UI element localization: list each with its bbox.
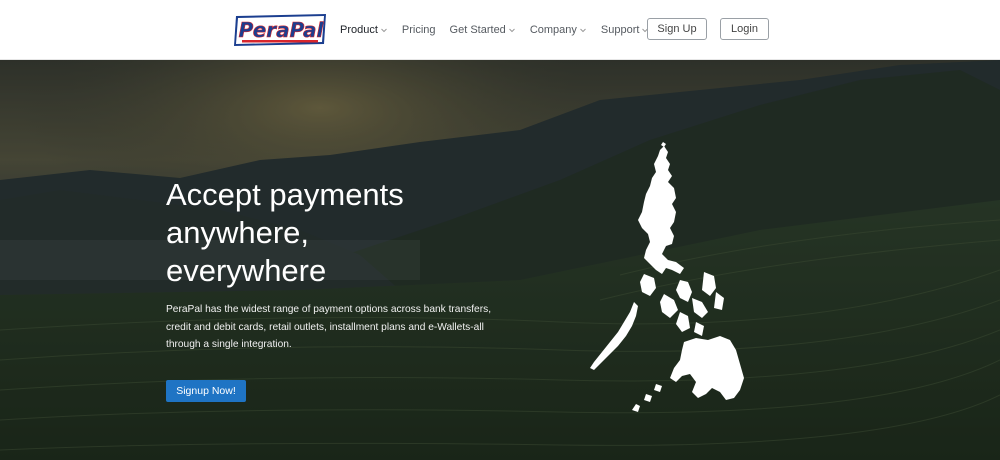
nav-item-pricing[interactable]: Pricing [402, 24, 436, 36]
hero-background-image [0, 60, 1000, 460]
hero-heading-line-1: Accept payments [166, 177, 404, 212]
hero-description: PeraPal has the widest range of payment … [166, 304, 492, 350]
nav-item-get-started[interactable]: Get Started [450, 24, 516, 36]
nav-item-label: Product [340, 24, 378, 36]
site-header: PeraPal Product Pricing Get Started Comp… [0, 0, 1000, 60]
nav-item-label: Support [600, 24, 640, 36]
login-button[interactable]: Login [720, 18, 769, 40]
chevron-down-icon [508, 26, 516, 34]
hero-heading-line-3: everywhere [166, 253, 327, 288]
nav-item-product[interactable]: Product [340, 24, 388, 36]
hero-heading-line-2: anywhere, [166, 215, 310, 250]
hero-section: Accept payments anywhere, everywhere Per… [0, 60, 1000, 460]
sign-up-button[interactable]: Sign Up [647, 18, 707, 40]
nav-item-support[interactable]: Support [601, 24, 650, 36]
nav-item-label: Get Started [449, 24, 506, 36]
chevron-down-icon [380, 26, 388, 34]
nav-item-label: Company [529, 24, 577, 36]
nav-item-label: Pricing [401, 24, 436, 36]
philippines-map-icon [590, 142, 744, 412]
logo-wordmark: PeraPal [239, 18, 325, 42]
chevron-down-icon [579, 26, 587, 34]
main-nav: Product Pricing Get Started Company Supp… [340, 0, 663, 60]
perapal-logo[interactable]: PeraPal [232, 10, 328, 48]
signup-now-button[interactable]: Signup Now! [166, 380, 246, 402]
hero-heading: Accept payments anywhere, everywhere [166, 176, 486, 290]
nav-item-company[interactable]: Company [530, 24, 587, 36]
